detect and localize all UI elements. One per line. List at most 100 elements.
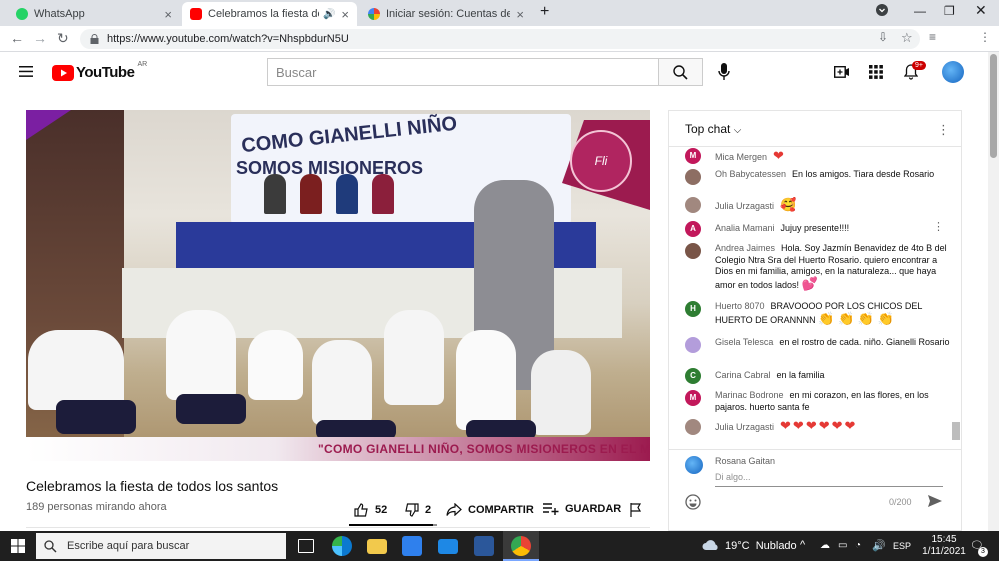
chrome-taskbar-button[interactable] <box>503 531 539 561</box>
chat-message: Julia Urzagasti 🥰 <box>685 197 951 213</box>
share-icon <box>446 503 462 516</box>
share-button[interactable]: COMPARTIR <box>446 503 534 516</box>
tab-youtube-video[interactable]: Celebramos la fiesta de todo 🔊 × <box>182 2 357 26</box>
minimize-window-button[interactable]: — <box>914 4 926 18</box>
youtube-logo[interactable]: YouTube AR <box>52 61 147 81</box>
page-scrollbar[interactable] <box>988 52 999 531</box>
author-name[interactable]: Oh Babycatessen <box>715 169 786 179</box>
author-name[interactable]: Mica Mergen <box>715 152 767 162</box>
search-icon <box>673 64 688 80</box>
video-player[interactable]: COMO GIANELLI NIÑO SOMOS MISIONEROS Fli … <box>26 110 650 461</box>
chat-message-input[interactable]: Di algo... <box>715 472 943 487</box>
windows-start-icon[interactable] <box>11 539 25 556</box>
install-icon[interactable]: ⇩ <box>878 30 888 44</box>
microsoft-store-icon[interactable] <box>402 536 422 556</box>
address-bar[interactable]: https://www.youtube.com/watch?v=Nhspbdur… <box>80 29 920 49</box>
close-tab-icon[interactable]: × <box>516 7 524 22</box>
account-avatar[interactable] <box>942 61 964 83</box>
thumbs-up-icon <box>354 503 368 517</box>
message-menu-icon[interactable]: ⋮ <box>933 221 944 234</box>
emoji-picker-icon[interactable] <box>685 494 701 513</box>
close-tab-icon[interactable]: × <box>164 7 172 22</box>
video-title: Celebramos la fiesta de todos los santos <box>26 478 279 494</box>
back-arrow-icon[interactable]: ← <box>10 30 24 46</box>
volume-icon[interactable]: 🔊 <box>872 539 886 552</box>
onedrive-icon[interactable]: ☁ <box>820 540 830 551</box>
report-button[interactable] <box>630 503 648 517</box>
weather-text[interactable]: 19°C Nublado <box>725 540 797 552</box>
author-name[interactable]: Analia Mamani <box>715 223 775 233</box>
speaker-icon[interactable]: 🔊 <box>323 9 335 20</box>
live-chat-panel: Top chat ⌵ ⋮ M Mica Mergen ❤ Oh Babycates… <box>668 110 962 531</box>
mail-icon[interactable] <box>438 539 458 554</box>
avatar[interactable]: M <box>685 390 701 406</box>
word-icon[interactable] <box>474 536 494 556</box>
hamburger-menu-icon[interactable] <box>19 66 33 80</box>
save-label: GUARDAR <box>565 503 622 515</box>
weather-cloud-icon[interactable] <box>702 539 720 554</box>
taskbar-search-input[interactable]: Escribe aquí para buscar <box>36 533 286 559</box>
chat-options-icon[interactable]: ⋮ <box>937 122 950 138</box>
chat-scrollbar[interactable] <box>951 147 961 452</box>
create-video-icon[interactable] <box>833 65 850 81</box>
task-view-icon[interactable] <box>298 539 314 553</box>
author-name[interactable]: Andrea Jaimes <box>715 243 775 253</box>
heart-emoji: ❤ <box>773 148 784 163</box>
author-name[interactable]: Julia Urzagasti <box>715 201 774 211</box>
new-tab-button[interactable]: + <box>540 3 549 21</box>
edge-icon[interactable] <box>332 536 352 556</box>
reload-icon[interactable]: ↻ <box>57 30 69 47</box>
avatar[interactable]: A <box>685 221 701 237</box>
bookmark-star-icon[interactable]: ☆ <box>901 30 913 46</box>
chat-scrollbar-thumb[interactable] <box>952 422 960 440</box>
page-scrollbar-thumb[interactable] <box>990 54 997 158</box>
restore-window-button[interactable]: ❐ <box>944 4 955 18</box>
chat-message: Oh Babycatessen En los amigos. Tiara desd… <box>685 169 951 185</box>
microphone-icon[interactable] <box>718 63 730 84</box>
chrome-menu-icon[interactable]: ⋮ <box>979 30 991 44</box>
tab-whatsapp[interactable]: WhatsApp × <box>8 2 180 26</box>
tab-search-icon[interactable] <box>876 4 888 19</box>
author-name[interactable]: Carina Cabral <box>715 370 771 380</box>
author-name[interactable]: Marinac Bodrone <box>715 390 784 400</box>
show-hidden-icons-icon[interactable]: ^ <box>800 539 805 551</box>
clock[interactable]: 15:45 1/11/2021 <box>922 534 966 558</box>
dislike-button[interactable]: 2 <box>404 503 431 517</box>
smiling-hearts-emoji: 🥰 <box>780 197 797 212</box>
close-tab-icon[interactable]: × <box>341 7 349 22</box>
school-logo: Fli <box>570 130 632 192</box>
network-icon[interactable]: ◔ <box>855 540 861 551</box>
search-input[interactable]: Buscar <box>267 58 659 86</box>
lock-icon <box>90 34 99 44</box>
forward-arrow-icon[interactable]: → <box>33 30 47 46</box>
whatsapp-icon <box>16 8 28 20</box>
avatar[interactable]: M <box>685 148 701 164</box>
avatar[interactable] <box>685 243 701 259</box>
avatar[interactable] <box>685 169 701 185</box>
avatar[interactable] <box>685 197 701 213</box>
author-name[interactable]: Gisela Telesca <box>715 337 773 347</box>
char-counter: 0/200 <box>889 497 912 507</box>
input-language[interactable]: ESP <box>893 541 911 551</box>
apps-grid-icon[interactable] <box>869 65 883 82</box>
close-window-button[interactable]: ✕ <box>975 2 987 19</box>
avatar[interactable]: H <box>685 301 701 317</box>
like-button[interactable]: 52 <box>354 503 387 517</box>
save-button[interactable]: GUARDAR <box>543 503 621 515</box>
author-name[interactable]: Huerto 8070 <box>715 301 765 311</box>
file-explorer-icon[interactable] <box>367 539 387 554</box>
avatar[interactable]: C <box>685 368 701 384</box>
avatar[interactable] <box>685 337 701 353</box>
action-center-badge: 3 <box>978 547 988 557</box>
youtube-logo-text: YouTube <box>76 64 135 81</box>
battery-icon[interactable]: ▭ <box>838 540 847 551</box>
tab-google-login[interactable]: Iniciar sesión: Cuentas de Google × <box>360 2 532 26</box>
media-control-icon[interactable]: ≡ <box>929 30 936 44</box>
chat-mode-dropdown[interactable]: Top chat ⌵ <box>685 122 741 136</box>
chat-message: M Mica Mergen ❤ <box>685 148 951 164</box>
send-button[interactable] <box>927 494 943 511</box>
avatar[interactable] <box>685 419 701 435</box>
author-name[interactable]: Julia Urzagasti <box>715 422 774 432</box>
browser-tab-strip: WhatsApp × Celebramos la fiesta de todo … <box>0 0 999 26</box>
search-button[interactable] <box>659 58 703 86</box>
